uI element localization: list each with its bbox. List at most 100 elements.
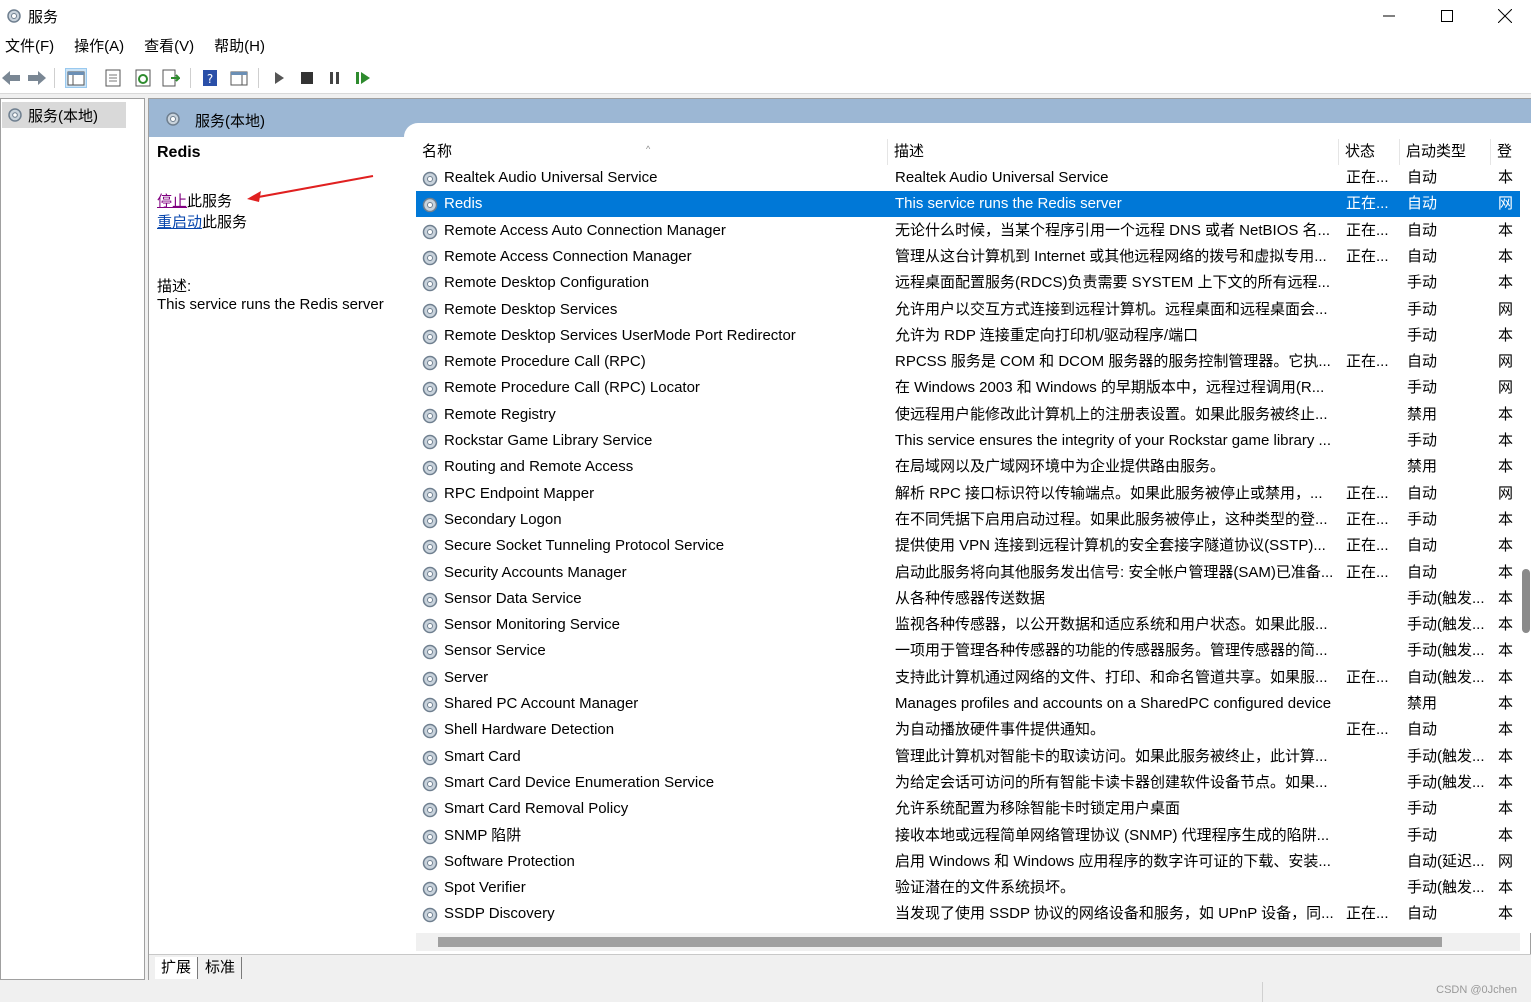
- help-icon: ?: [203, 70, 217, 86]
- service-gear-icon: [420, 590, 440, 610]
- service-row[interactable]: Routing and Remote Access 在局域网以及广域网环境中为企业…: [416, 454, 1520, 480]
- service-row[interactable]: Remote Procedure Call (RPC) RPCSS 服务是 COM…: [416, 349, 1520, 375]
- menu-action[interactable]: 操作(A): [69, 32, 129, 62]
- service-log-on-as: 网: [1498, 353, 1514, 371]
- service-log-on-as: 网: [1498, 484, 1514, 502]
- help-button[interactable]: ?: [199, 68, 221, 88]
- service-description: 解析 RPC 接口标识符以传输端点。如果此服务被停止或禁用，...: [895, 484, 1323, 502]
- service-gear-icon: [420, 774, 440, 794]
- column-description[interactable]: 描述: [888, 139, 1339, 165]
- close-button[interactable]: [1476, 0, 1531, 32]
- column-status[interactable]: 状态: [1339, 139, 1400, 165]
- properties-button[interactable]: [102, 68, 124, 88]
- export-list-button[interactable]: [160, 68, 182, 88]
- service-gear-icon: [420, 537, 440, 557]
- service-row[interactable]: Server 支持此计算机通过网络的文件、打印、和命名管道共享。如果服... 正在.…: [416, 665, 1520, 691]
- service-row[interactable]: Remote Desktop Configuration 远程桌面配置服务(RDC…: [416, 270, 1520, 296]
- service-row[interactable]: Remote Desktop Services 允许用户以交互方式连接到远程计算机…: [416, 297, 1520, 323]
- window-title: 服务: [28, 8, 59, 26]
- service-description: 启动此服务将向其他服务发出信号: 安全帐户管理器(SAM)已准备...: [895, 563, 1334, 581]
- stop-icon: [301, 72, 313, 84]
- service-row[interactable]: Sensor Data Service 从各种传感器传送数据 手动(触发... 本: [416, 586, 1520, 612]
- back-button[interactable]: [0, 68, 22, 88]
- tab-extended[interactable]: 扩展: [155, 957, 199, 979]
- service-status: [1346, 770, 1396, 796]
- service-startup-type: 禁用: [1407, 458, 1438, 476]
- service-gear-icon: [420, 879, 440, 899]
- service-startup-type: 手动(触发...: [1407, 642, 1485, 660]
- minimize-button[interactable]: [1360, 0, 1418, 32]
- tree-item-services-local[interactable]: 服务(本地): [2, 102, 126, 128]
- service-log-on-as: 网: [1498, 195, 1514, 213]
- forward-button[interactable]: [26, 68, 48, 88]
- service-row[interactable]: Sensor Monitoring Service 监视各种传感器，以公开数据和适…: [416, 612, 1520, 638]
- service-name: Sensor Monitoring Service: [444, 616, 620, 634]
- service-startup-type: 手动: [1407, 826, 1438, 844]
- service-row[interactable]: Software Protection 启用 Windows 和 Windows …: [416, 849, 1520, 875]
- stop-service-button[interactable]: [296, 68, 318, 88]
- tab-standard[interactable]: 标准: [199, 957, 243, 979]
- pause-icon: [330, 72, 339, 84]
- service-row[interactable]: Realtek Audio Universal Service Realtek A…: [416, 165, 1520, 191]
- service-row[interactable]: SSDP Discovery 当发现了使用 SSDP 协议的网络设备和服务，如 U…: [416, 901, 1520, 927]
- restart-service-link[interactable]: 重启动: [157, 214, 202, 231]
- service-description: 为自动播放硬件事件提供通知。: [895, 721, 1106, 739]
- service-description: 当发现了使用 SSDP 协议的网络设备和服务，如 UPnP 设备，同...: [895, 905, 1334, 923]
- column-startup-type[interactable]: 启动类型: [1400, 139, 1491, 165]
- service-row[interactable]: Shared PC Account Manager Manages profile…: [416, 691, 1520, 717]
- refresh-button[interactable]: [132, 68, 154, 88]
- stop-service-link[interactable]: 停止: [157, 193, 187, 210]
- menu-help[interactable]: 帮助(H): [209, 32, 270, 62]
- service-name: RPC Endpoint Mapper: [444, 484, 595, 502]
- service-row[interactable]: Smart Card 管理此计算机对智能卡的取读访问。如果此服务被终止，此计算..…: [416, 744, 1520, 770]
- service-row[interactable]: Secondary Logon 在不同凭据下启用启动过程。如果此服务被停止，这种类…: [416, 507, 1520, 533]
- menu-view[interactable]: 查看(V): [139, 32, 199, 62]
- service-row[interactable]: RPC Endpoint Mapper 解析 RPC 接口标识符以传输端点。如果此…: [416, 481, 1520, 507]
- service-name: Remote Desktop Services: [444, 300, 618, 318]
- horizontal-scrollbar[interactable]: [416, 933, 1520, 951]
- service-row[interactable]: Remote Access Connection Manager 管理从这台计算机…: [416, 244, 1520, 270]
- column-log-on-as[interactable]: 登: [1491, 139, 1520, 165]
- service-name: Server: [444, 668, 489, 686]
- show-hide-action-pane-button[interactable]: [228, 68, 250, 88]
- selected-service-name: Redis: [157, 144, 201, 161]
- service-status: [1346, 375, 1396, 401]
- maximize-button[interactable]: [1418, 0, 1476, 32]
- column-name[interactable]: 名称 ^: [416, 139, 888, 165]
- service-row[interactable]: Shell Hardware Detection 为自动播放硬件事件提供通知。 正在…: [416, 717, 1520, 743]
- service-row[interactable]: Remote Access Auto Connection Manager 无论什…: [416, 218, 1520, 244]
- service-status: 正在...: [1346, 195, 1389, 213]
- service-description: 从各种传感器传送数据: [895, 589, 1046, 607]
- service-log-on-as: 本: [1498, 721, 1514, 739]
- show-hide-console-tree-button[interactable]: [65, 68, 87, 88]
- service-description: 允许用户以交互方式连接到远程计算机。远程桌面和远程桌面会...: [895, 300, 1328, 318]
- service-status: 正在...: [1346, 537, 1389, 555]
- service-row[interactable]: Secure Socket Tunneling Protocol Service…: [416, 533, 1520, 559]
- menu-file[interactable]: 文件(F): [0, 32, 59, 62]
- start-service-button[interactable]: [268, 68, 290, 88]
- service-row[interactable]: Spot Verifier 验证潜在的文件系统损坏。 手动(触发... 本: [416, 875, 1520, 901]
- service-row[interactable]: Remote Desktop Services UserMode Port Re…: [416, 323, 1520, 349]
- service-startup-type: 自动: [1407, 484, 1438, 502]
- service-status: 正在...: [1346, 221, 1389, 239]
- service-row[interactable]: Remote Registry 使远程用户能修改此计算机上的注册表设置。如果此服务…: [416, 402, 1520, 428]
- service-row[interactable]: Smart Card Removal Policy 允许系统配置为移除智能卡时锁定…: [416, 796, 1520, 822]
- service-row[interactable]: Rockstar Game Library Service This servic…: [416, 428, 1520, 454]
- horizontal-scroll-thumb[interactable]: [438, 937, 1442, 947]
- service-row[interactable]: Sensor Service 一项用于管理各种传感器的功能的传感器服务。管理传感器…: [416, 638, 1520, 664]
- service-startup-type: 手动: [1407, 800, 1438, 818]
- restart-service-button[interactable]: [352, 68, 374, 88]
- service-startup-type: 手动(触发...: [1407, 747, 1485, 765]
- service-name: Secondary Logon: [444, 510, 562, 528]
- service-gear-icon: [420, 669, 440, 689]
- annotation-arrow: [247, 175, 374, 202]
- vertical-scrollbar[interactable]: [1520, 139, 1531, 933]
- service-row[interactable]: Redis This service runs the Redis server 正…: [416, 191, 1520, 218]
- service-row[interactable]: Smart Card Device Enumeration Service 为给定…: [416, 770, 1520, 796]
- service-row[interactable]: Remote Procedure Call (RPC) Locator 在 Win…: [416, 375, 1520, 401]
- service-row[interactable]: Security Accounts Manager 启动此服务将向其他服务发出信号…: [416, 560, 1520, 586]
- service-row[interactable]: SNMP 陷阱 接收本地或远程简单网络管理协议 (SNMP) 代理程序生成的陷阱.…: [416, 823, 1520, 849]
- service-description: 远程桌面配置服务(RDCS)负责需要 SYSTEM 上下文的所有远程...: [895, 274, 1331, 292]
- pause-service-button[interactable]: [324, 68, 346, 88]
- vertical-scroll-thumb[interactable]: [1522, 569, 1530, 633]
